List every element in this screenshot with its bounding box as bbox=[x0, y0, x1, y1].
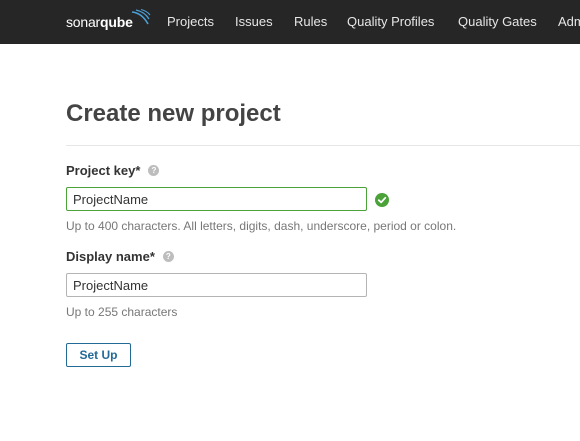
logo-text-qube: qube bbox=[100, 14, 133, 30]
check-circle-icon bbox=[375, 193, 389, 207]
display-name-hint: Up to 255 characters bbox=[66, 305, 178, 319]
title-divider bbox=[66, 145, 580, 146]
project-key-label-text: Project key* bbox=[66, 163, 141, 178]
nav-quality-profiles[interactable]: Quality Profiles bbox=[347, 0, 434, 44]
project-key-input[interactable] bbox=[66, 187, 367, 211]
nav-quality-gates[interactable]: Quality Gates bbox=[458, 0, 537, 44]
page-title: Create new project bbox=[66, 100, 281, 127]
display-name-label: Display name* ? bbox=[66, 249, 174, 264]
sonarqube-logo[interactable]: sonar qube bbox=[66, 0, 151, 44]
logo-text-sonar: sonar bbox=[66, 14, 101, 30]
display-name-input[interactable] bbox=[66, 273, 367, 297]
project-key-label: Project key* ? bbox=[66, 163, 160, 178]
question-circle-icon[interactable]: ? bbox=[148, 165, 160, 176]
question-circle-icon[interactable]: ? bbox=[162, 251, 174, 262]
nav-administration[interactable]: Administration bbox=[558, 0, 580, 44]
project-key-hint: Up to 400 characters. All letters, digit… bbox=[66, 219, 457, 233]
nav-projects[interactable]: Projects bbox=[167, 0, 214, 44]
nav-rules[interactable]: Rules bbox=[294, 0, 327, 44]
sonar-waves-icon bbox=[131, 9, 151, 25]
set-up-button[interactable]: Set Up bbox=[66, 343, 131, 367]
display-name-label-text: Display name* bbox=[66, 249, 155, 264]
nav-issues[interactable]: Issues bbox=[235, 0, 273, 44]
top-navbar: sonar qube Projects Issues Rules Quality … bbox=[0, 0, 580, 44]
